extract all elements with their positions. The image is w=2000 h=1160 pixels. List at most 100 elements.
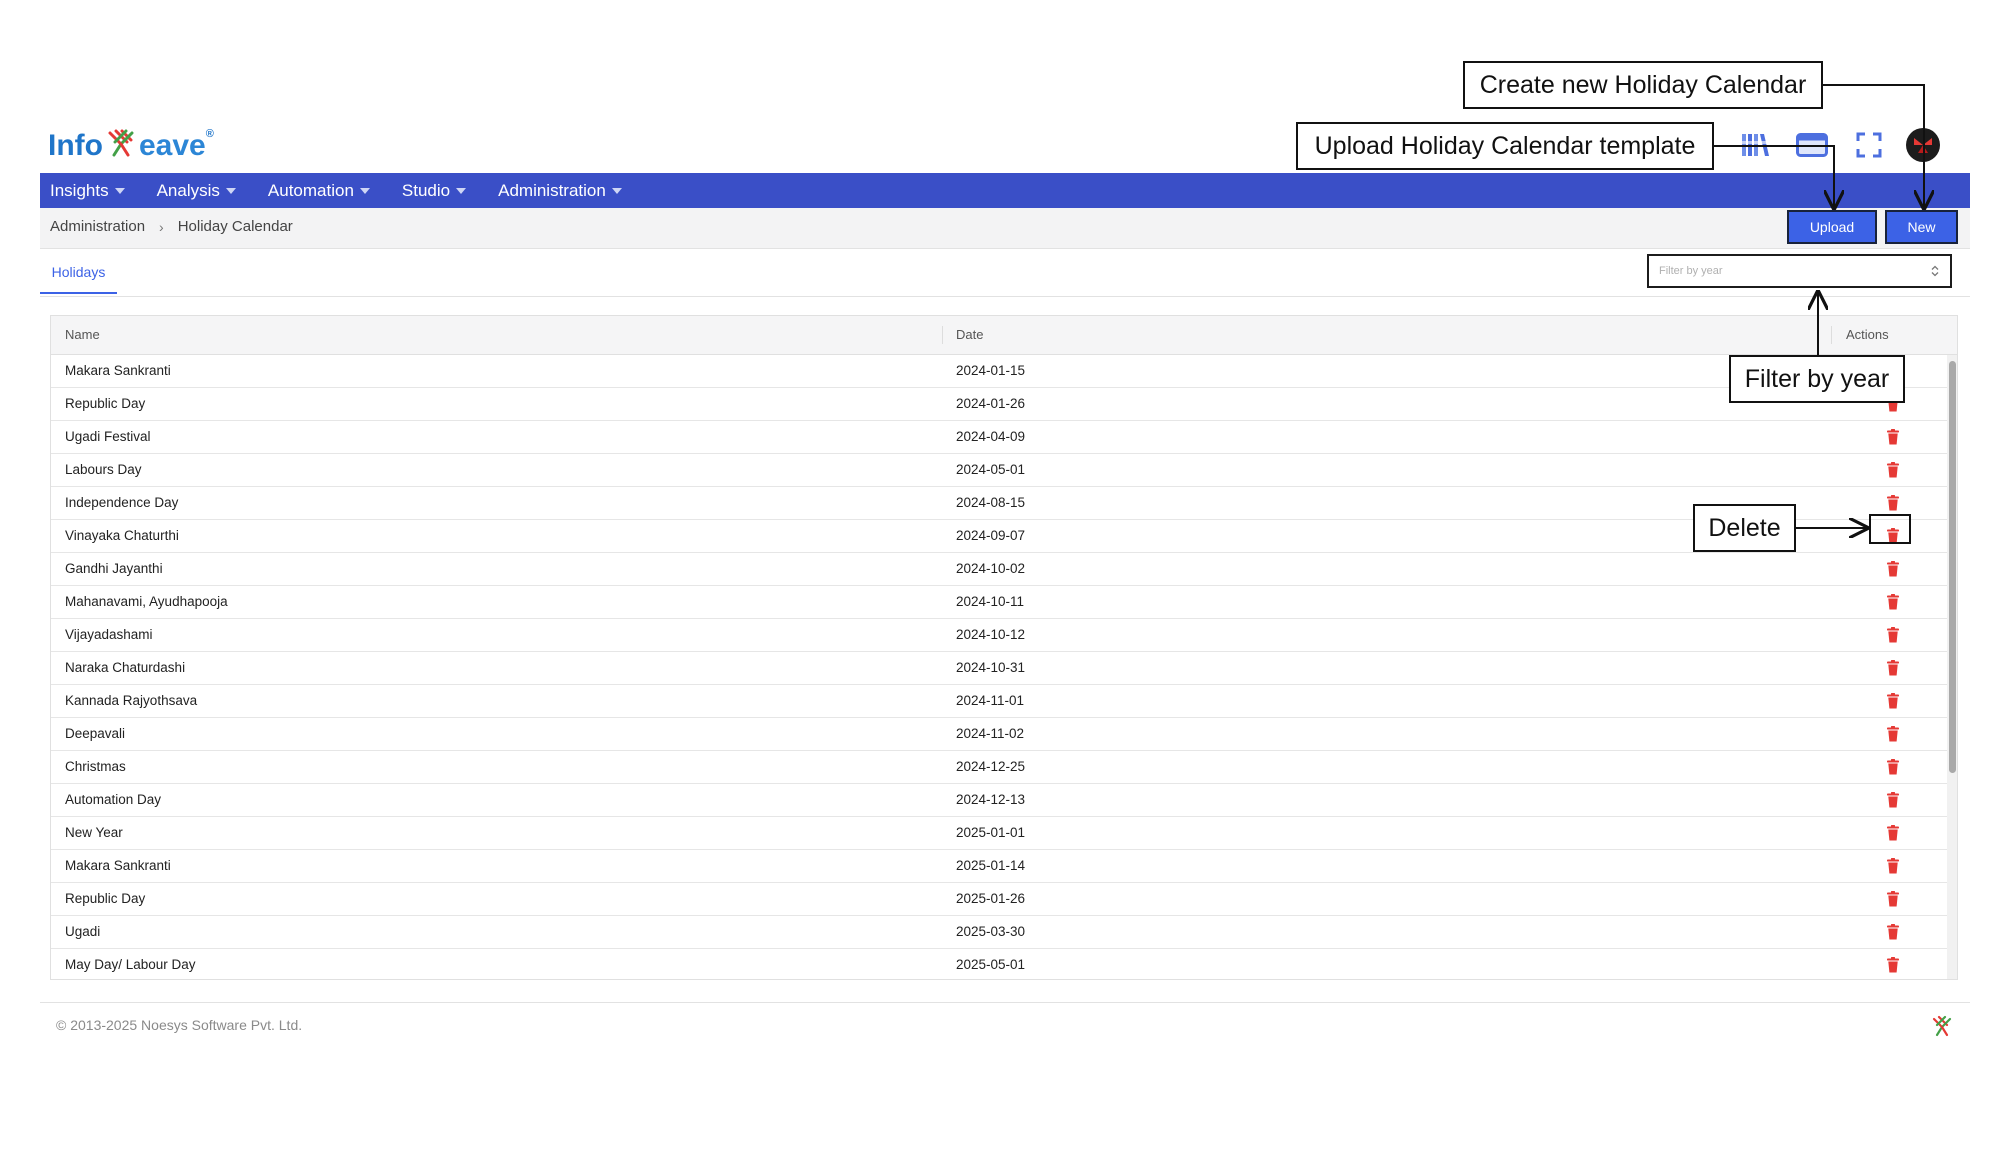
holiday-date: 2024-11-01 [956, 693, 1025, 708]
holiday-date: 2024-01-26 [956, 396, 1026, 411]
table-row: Labours Day 2024-05-01 [51, 454, 1957, 487]
logo-text-left: Info [48, 129, 103, 162]
weave-footer-logo-icon [1932, 1015, 1952, 1037]
table-row: Automation Day 2024-12-13 [51, 784, 1957, 817]
holiday-date: 2025-01-01 [956, 825, 1026, 840]
table-row: Ugadi 2025-03-30 [51, 916, 1957, 949]
holiday-date: 2025-03-30 [956, 924, 1026, 939]
holiday-name: Gandhi Jayanthi [65, 561, 163, 576]
logo-text-right: eave [138, 129, 206, 162]
caret-down-icon [114, 187, 125, 194]
user-avatar[interactable] [1906, 128, 1940, 162]
caret-down-icon [359, 187, 370, 194]
breadcrumb-parent[interactable]: Administration [50, 218, 145, 235]
holiday-date: 2025-01-14 [956, 858, 1026, 873]
table-row: Ugadi Festival 2024-04-09 [51, 421, 1957, 454]
holiday-date: 2024-09-07 [956, 528, 1026, 543]
caret-down-icon [456, 187, 467, 194]
logo-trademark: ® [205, 128, 214, 140]
trash-icon[interactable] [1884, 956, 1902, 974]
holiday-date: 2024-10-12 [956, 627, 1026, 642]
holiday-name: Deepavali [65, 726, 126, 741]
trash-icon[interactable] [1884, 428, 1902, 446]
trash-icon[interactable] [1884, 692, 1902, 710]
nav-automation-label: Automation [267, 180, 354, 200]
nav-analysis[interactable]: Analysis [147, 181, 246, 201]
trash-icon[interactable] [1884, 560, 1902, 578]
holiday-name: Ugadi [65, 924, 101, 939]
tab-holidays[interactable]: Holidays [40, 252, 117, 294]
table-row: May Day/ Labour Day 2025-05-01 [51, 949, 1957, 979]
new-button[interactable]: New [1885, 210, 1958, 244]
holiday-name: Labours Day [65, 462, 142, 477]
breadcrumb-bar [40, 208, 1970, 249]
callout-filter: Filter by year [1729, 355, 1905, 403]
holiday-date: 2024-12-13 [956, 792, 1026, 807]
weave-logo-icon [108, 129, 134, 157]
column-divider [1831, 326, 1832, 344]
trash-icon[interactable] [1884, 725, 1902, 743]
table-row: New Year 2025-01-01 [51, 817, 1957, 850]
trash-icon[interactable] [1884, 791, 1902, 809]
holiday-date: 2024-10-02 [956, 561, 1026, 576]
infoweave-logo[interactable]: Info eave ® [48, 126, 214, 166]
chevron-right-icon: › [159, 218, 164, 235]
trash-icon[interactable] [1884, 593, 1902, 611]
holiday-name: Makara Sankranti [65, 363, 171, 378]
holiday-name: Vijayadashami [65, 627, 153, 642]
tab-divider [40, 296, 1970, 297]
upload-button[interactable]: Upload [1787, 210, 1877, 244]
table-row: Republic Day 2024-01-26 [51, 388, 1957, 421]
holidays-table: Name Date Actions Makara Sankranti 2024-0… [50, 315, 1958, 980]
table-row: Christmas 2024-12-25 [51, 751, 1957, 784]
avatar-logo-icon [1914, 138, 1932, 153]
nav-administration-label: Administration [498, 180, 606, 200]
table-row: Vijayadashami 2024-10-12 [51, 619, 1957, 652]
table-row: Vinayaka Chaturthi 2024-09-07 [51, 520, 1957, 553]
table-row: Naraka Chaturdashi 2024-10-31 [51, 652, 1957, 685]
nav-studio-label: Studio [401, 180, 451, 200]
trash-icon[interactable] [1884, 890, 1902, 908]
table-row: Independence Day 2024-08-15 [51, 487, 1957, 520]
fullscreen-icon[interactable] [1852, 128, 1886, 162]
holiday-date: 2024-05-01 [956, 462, 1026, 477]
trash-icon[interactable] [1884, 824, 1902, 842]
filter-by-year-select[interactable]: Filter by year [1647, 254, 1952, 288]
monitor-icon[interactable] [1795, 128, 1829, 162]
table-row: Kannada Rajyothsava 2024-11-01 [51, 685, 1957, 718]
trash-icon[interactable] [1884, 659, 1902, 677]
nav-studio[interactable]: Studio [392, 181, 476, 201]
nav-insights-label: Insights [50, 180, 109, 200]
holiday-name: May Day/ Labour Day [65, 957, 196, 972]
trash-icon[interactable] [1884, 857, 1902, 875]
breadcrumb: Administration › Holiday Calendar [50, 218, 293, 235]
column-header-name[interactable]: Name [65, 316, 100, 354]
table-row: Makara Sankranti 2025-01-14 [51, 850, 1957, 883]
column-divider [942, 326, 943, 344]
column-header-date[interactable]: Date [956, 316, 983, 354]
main-navbar: Insights Analysis Automation Studio Admi… [40, 173, 1970, 208]
footer-copyright: © 2013-2025 Noesys Software Pvt. Ltd. [56, 1017, 303, 1033]
nav-automation[interactable]: Automation [258, 181, 380, 201]
table-header: Name Date Actions [51, 316, 1957, 355]
trash-icon[interactable] [1884, 923, 1902, 941]
trash-icon[interactable] [1884, 494, 1902, 512]
table-scrollbar-thumb[interactable] [1949, 361, 1956, 773]
apps-icon[interactable] [1738, 128, 1772, 162]
holiday-date: 2024-04-09 [956, 429, 1026, 444]
callout-delete: Delete [1693, 504, 1796, 552]
holiday-name: Makara Sankranti [65, 858, 171, 873]
delete-highlight-box [1869, 514, 1911, 544]
trash-icon[interactable] [1884, 626, 1902, 644]
holiday-date: 2024-08-15 [956, 495, 1026, 510]
nav-insights[interactable]: Insights [40, 181, 135, 201]
sort-arrows-icon [1931, 265, 1939, 277]
holiday-name: Ugadi Festival [65, 429, 151, 444]
table-row: Deepavali 2024-11-02 [51, 718, 1957, 751]
nav-administration[interactable]: Administration [488, 181, 632, 201]
callout-new: Create new Holiday Calendar [1463, 61, 1823, 109]
holiday-date: 2025-01-26 [956, 891, 1026, 906]
trash-icon[interactable] [1884, 758, 1902, 776]
trash-icon[interactable] [1884, 461, 1902, 479]
holiday-date: 2024-12-25 [956, 759, 1026, 774]
